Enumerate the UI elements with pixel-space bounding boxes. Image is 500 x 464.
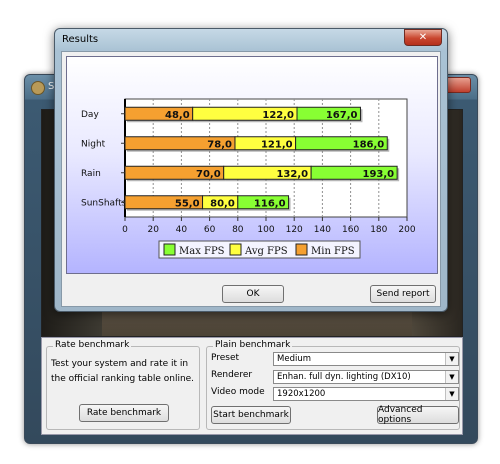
- bar-value-label: 186,0: [353, 139, 385, 150]
- legend-swatch: [295, 243, 308, 256]
- plain-benchmark-group: Plain benchmark Preset Medium ▼ Renderer…: [206, 340, 460, 430]
- rate-benchmark-description: Test your system and rate it in the offi…: [51, 359, 195, 384]
- plain-benchmark-legend: Plain benchmark: [213, 340, 293, 350]
- fps-chart-svg: 0 20 40 60 80 100 120 140 160 180 200 Day 48,0 122,0 1…: [81, 98, 416, 259]
- x-tick-label: 200: [398, 225, 415, 235]
- advanced-options-button[interactable]: Advanced options: [377, 405, 459, 425]
- chevron-down-icon: ▼: [445, 388, 458, 400]
- results-dialog: Results ✕ 0 20 40 60 80 100 120 140 160 180 200 Day…: [54, 28, 448, 312]
- category-label: Night: [81, 139, 106, 149]
- launcher-bottom-panel: Rate benchmark Test your system and rate…: [41, 337, 463, 435]
- launcher-close-button[interactable]: [445, 77, 471, 93]
- bar-value-label: 121,0: [261, 139, 293, 150]
- video-mode-label: Video mode: [211, 387, 265, 397]
- preset-label: Preset: [211, 353, 240, 363]
- renderer-label: Renderer: [211, 370, 253, 380]
- video-mode-select[interactable]: 1920x1200 ▼: [273, 387, 459, 401]
- results-body: 0 20 40 60 80 100 120 140 160 180 200 Day 48,0 122,0 1…: [61, 51, 441, 307]
- category-label: Day: [81, 110, 99, 120]
- bar-value-label: 70,0: [196, 169, 221, 180]
- renderer-select[interactable]: Enhan. full dyn. lighting (DX10) ▼: [273, 370, 459, 384]
- rate-benchmark-legend: Rate benchmark: [53, 340, 132, 350]
- x-tick-label: 40: [176, 225, 188, 235]
- rate-benchmark-group: Rate benchmark Test your system and rate…: [46, 340, 200, 430]
- category-label: SunShafts: [81, 198, 127, 208]
- bar-value-label: 48,0: [165, 110, 190, 121]
- fps-chart: 0 20 40 60 80 100 120 140 160 180 200 Day 48,0 122,0 1…: [66, 56, 438, 274]
- video-mode-value: 1920x1200: [277, 389, 326, 399]
- bar-value-label: 55,0: [175, 198, 200, 209]
- app-icon: [31, 81, 45, 95]
- legend-label: Max FPS: [179, 246, 225, 257]
- x-tick-label: 120: [286, 225, 303, 235]
- legend-label: Avg FPS: [244, 246, 288, 257]
- x-tick-label: 180: [370, 225, 387, 235]
- x-tick-label: 20: [147, 225, 159, 235]
- rate-benchmark-button[interactable]: Rate benchmark: [79, 404, 169, 422]
- bar-value-label: 132,0: [276, 169, 308, 180]
- renderer-value: Enhan. full dyn. lighting (DX10): [277, 372, 411, 382]
- start-benchmark-button[interactable]: Start benchmark: [211, 406, 291, 424]
- category-label: Rain: [81, 169, 101, 179]
- x-tick-label: 140: [314, 225, 331, 235]
- close-icon: ✕: [418, 32, 428, 43]
- ok-button[interactable]: OK: [222, 285, 284, 303]
- chevron-down-icon: ▼: [445, 371, 458, 383]
- bar-value-label: 78,0: [207, 139, 232, 150]
- chevron-down-icon: ▼: [445, 353, 458, 365]
- x-tick-label: 60: [204, 225, 216, 235]
- preset-value: Medium: [277, 354, 311, 364]
- legend-label: Min FPS: [311, 246, 355, 257]
- bar-value-label: 80,0: [210, 198, 235, 209]
- bar-value-label: 122,0: [262, 110, 294, 121]
- close-button[interactable]: ✕: [404, 29, 442, 46]
- legend-swatch: [163, 243, 176, 256]
- x-tick-label: 160: [342, 225, 359, 235]
- bar-value-label: 167,0: [326, 110, 358, 121]
- bar-value-label: 193,0: [362, 169, 394, 180]
- legend-swatch: [229, 243, 242, 256]
- x-tick-label: 80: [232, 225, 244, 235]
- bar-value-label: 116,0: [254, 198, 286, 209]
- send-report-button[interactable]: Send report: [370, 285, 436, 303]
- preset-select[interactable]: Medium ▼: [273, 352, 459, 366]
- x-tick-label: 100: [257, 225, 274, 235]
- x-tick-label: 0: [122, 225, 128, 235]
- results-title: Results: [62, 34, 99, 45]
